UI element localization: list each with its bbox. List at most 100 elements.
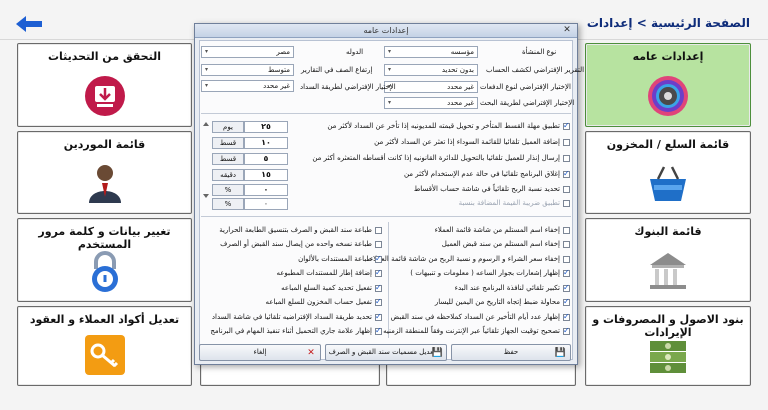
option-sync-time[interactable]: تصحيح توقيت الجهاز تلقائياً عبر الإنترنت… bbox=[383, 326, 570, 338]
option-single-copy[interactable]: طباعة نسخه واحده من إيصال سند القبض أو ا… bbox=[206, 240, 382, 251]
checkbox[interactable] bbox=[375, 312, 382, 321]
vat-rate-input: ٠ bbox=[244, 198, 288, 210]
checkbox[interactable] bbox=[563, 297, 570, 306]
checkbox[interactable] bbox=[563, 185, 570, 193]
checkbox[interactable] bbox=[375, 254, 382, 263]
tile-label: قائمة السلع / المخزون bbox=[606, 138, 730, 151]
save-icon: 💾 bbox=[431, 348, 443, 358]
option-delay-days-note[interactable]: إظهار عدد أيام التأخير عن السداد كملاحظه… bbox=[391, 312, 570, 324]
blacklist-installments-input[interactable]: ١٠ bbox=[244, 137, 288, 149]
search-method-label: الإختيار الإفتراضي لطريقة البحث bbox=[480, 99, 575, 107]
shopping-basket-icon bbox=[650, 166, 686, 201]
option-hide-recipient-list[interactable]: إخفاء اسم المستلم من شاشة قائمة العملاء bbox=[394, 226, 570, 237]
checkbox[interactable] bbox=[563, 326, 570, 335]
option-loading-indicator[interactable]: إظهار علامة جاري التحميل أثناء تنفيذ الم… bbox=[206, 326, 382, 338]
option-hide-recipient-receipt[interactable]: إخفاء اسم المستلم من سند قبض العميل bbox=[394, 240, 570, 251]
checkbox[interactable] bbox=[563, 169, 570, 178]
vat-rate-unit: % bbox=[212, 198, 244, 210]
tile-suppliers[interactable]: قائمة الموردين bbox=[17, 131, 192, 214]
checkbox[interactable] bbox=[563, 312, 570, 321]
back-arrow-icon[interactable] bbox=[14, 14, 44, 34]
tile-label: إعدادات عامه bbox=[632, 50, 704, 63]
option-blacklist[interactable]: إضافة العميل تلقائيا للقائمة السوداء إذا… bbox=[290, 138, 570, 149]
checkbox[interactable] bbox=[563, 255, 570, 263]
option-overdue-grace[interactable]: تطبيق مهلة القسط المتأخر و تحويل قيمته ل… bbox=[274, 121, 570, 133]
checkbox[interactable] bbox=[563, 138, 570, 146]
checkbox[interactable] bbox=[375, 268, 382, 277]
entity-type-label: نوع المنشأة bbox=[522, 48, 557, 56]
payment-method-label: الإختيار الإفتراضي لطريقة السداد bbox=[300, 83, 396, 91]
tile-label: قائمة البنوك bbox=[634, 225, 702, 238]
payment-method-select[interactable]: ▾ غير محدد bbox=[201, 80, 294, 92]
chevron-down-icon: ▾ bbox=[387, 66, 391, 73]
gear-icon bbox=[648, 76, 688, 116]
option-vat: تطبيق ضريبة القيمة المضافة بنسبة bbox=[290, 199, 570, 210]
supplier-person-icon bbox=[88, 165, 121, 203]
download-icon bbox=[84, 76, 125, 116]
tile-banks[interactable]: قائمة البنوك bbox=[585, 218, 751, 302]
close-icon[interactable]: ✕ bbox=[561, 25, 573, 36]
option-legal-warning[interactable]: إرسال إنذار للعميل تلقائيا بالتحويل للدا… bbox=[290, 154, 570, 165]
breadcrumb[interactable]: الصفحة الرئيسية > إعدادات bbox=[587, 16, 750, 30]
checkbox[interactable] bbox=[563, 226, 570, 234]
option-print-frame[interactable]: إضافة إطار للمستندات المطبوعه bbox=[206, 268, 382, 280]
padlock-icon bbox=[91, 251, 118, 292]
checkbox bbox=[563, 199, 570, 207]
chevron-down-icon: ▾ bbox=[387, 99, 391, 106]
checkbox[interactable] bbox=[375, 226, 382, 234]
cancel-button[interactable]: ✕ إلغاء bbox=[199, 344, 321, 361]
tile-label: قائمة الموردين bbox=[63, 138, 146, 151]
scroll-arrows-icon[interactable] bbox=[202, 120, 210, 200]
option-auto-maximize[interactable]: تكبير تلقائي لنافذة البرنامج عند البدء bbox=[394, 283, 570, 295]
row-height-label: إرتفاع الصف في التقارير bbox=[301, 66, 373, 74]
checkbox[interactable] bbox=[563, 154, 570, 162]
checkbox[interactable] bbox=[375, 297, 382, 306]
search-method-select[interactable]: ▾ غير محدد bbox=[384, 97, 478, 109]
tile-edit-codes[interactable]: تعديل أكواد العملاء و العقود bbox=[17, 306, 192, 386]
save-button[interactable]: 💾 حفظ bbox=[451, 344, 571, 361]
checkbox[interactable] bbox=[375, 240, 382, 248]
tile-goods-inventory[interactable]: قائمة السلع / المخزون bbox=[585, 131, 751, 214]
auto-close-minutes-input[interactable]: ١٥ bbox=[244, 169, 288, 181]
checkbox[interactable] bbox=[563, 121, 570, 130]
profit-rate-unit: % bbox=[212, 184, 244, 196]
tile-check-updates[interactable]: التحقق من التحديثات bbox=[17, 43, 192, 127]
country-label: الدوله bbox=[346, 48, 364, 56]
checkbox[interactable] bbox=[563, 283, 570, 292]
default-report-select[interactable]: ▾ بدون تحديد bbox=[384, 64, 478, 76]
money-stack-icon bbox=[650, 341, 686, 373]
legal-installments-unit: قسط bbox=[212, 153, 244, 165]
option-auto-close[interactable]: إغلاق البرنامج تلقائيا في حالة عدم الإست… bbox=[290, 169, 570, 181]
edit-receipt-names-button[interactable]: 💾 تعديل مسميات سند القبض و الصرف bbox=[325, 344, 447, 361]
option-quantity[interactable]: تفعيل تحديد كمية السلع المباعه bbox=[206, 283, 382, 295]
key-icon bbox=[84, 335, 125, 375]
legal-installments-input[interactable]: ٥ bbox=[244, 153, 288, 165]
option-thermal-print[interactable]: طباعة سند القبض و الصرف بتنسيق الطابعة ا… bbox=[206, 226, 382, 237]
option-color-print[interactable]: طباعة المستندات بالألوان bbox=[206, 254, 382, 266]
entity-type-select[interactable]: ▾ مؤسسه bbox=[384, 46, 478, 58]
checkbox[interactable] bbox=[375, 326, 382, 335]
payment-type-select[interactable]: ▾ غير محدد bbox=[384, 81, 478, 93]
grace-days-unit: يوم bbox=[212, 121, 244, 133]
tile-user-password[interactable]: تغيير بيانات و كلمة مرور المستخدم bbox=[17, 218, 192, 302]
grace-days-input[interactable]: ٢٥ bbox=[244, 121, 288, 133]
blacklist-installments-unit: قسط bbox=[212, 137, 244, 149]
checkbox[interactable] bbox=[563, 240, 570, 248]
tile-label: تعديل أكواد العملاء و العقود bbox=[29, 313, 180, 326]
profit-rate-input[interactable]: ٠ bbox=[244, 184, 288, 196]
row-height-select[interactable]: ▾ متوسط bbox=[201, 64, 294, 76]
country-select[interactable]: ▾ مصر bbox=[201, 46, 294, 58]
checkbox[interactable] bbox=[375, 283, 382, 292]
cancel-x-icon: ✕ bbox=[307, 348, 315, 358]
option-inventory[interactable]: تفعيل حساب المخزون للسلع المباعه bbox=[206, 297, 382, 309]
tile-label: تغيير بيانات و كلمة مرور المستخدم bbox=[38, 225, 171, 251]
option-rtl-date[interactable]: محاولة ضبط إتجاه التاريخ من اليمين لليسا… bbox=[394, 297, 570, 309]
tile-general-settings[interactable]: إعدادات عامه bbox=[585, 43, 751, 127]
tile-assets-expenses[interactable]: بنود الاصول و المصروفات و الإيرادات bbox=[585, 306, 751, 386]
option-profit-rate[interactable]: تحديد نسبة الربح تلقائياً في شاشة حساب ا… bbox=[290, 185, 570, 196]
option-default-payment[interactable]: تحديد طريقة السداد الإفتراضيه تلقائيا في… bbox=[206, 312, 382, 324]
option-tray-notifications[interactable]: إظهار إشعارات بجوار الساعه ( معلومات و ت… bbox=[394, 268, 570, 280]
checkbox[interactable] bbox=[563, 268, 570, 277]
default-report-label: التقرير الإفتراضي لكشف الحساب bbox=[486, 66, 585, 74]
option-hide-purchase-price[interactable]: إخفاء سعر الشراء و الرسوم و نسبة الربح م… bbox=[370, 255, 570, 266]
